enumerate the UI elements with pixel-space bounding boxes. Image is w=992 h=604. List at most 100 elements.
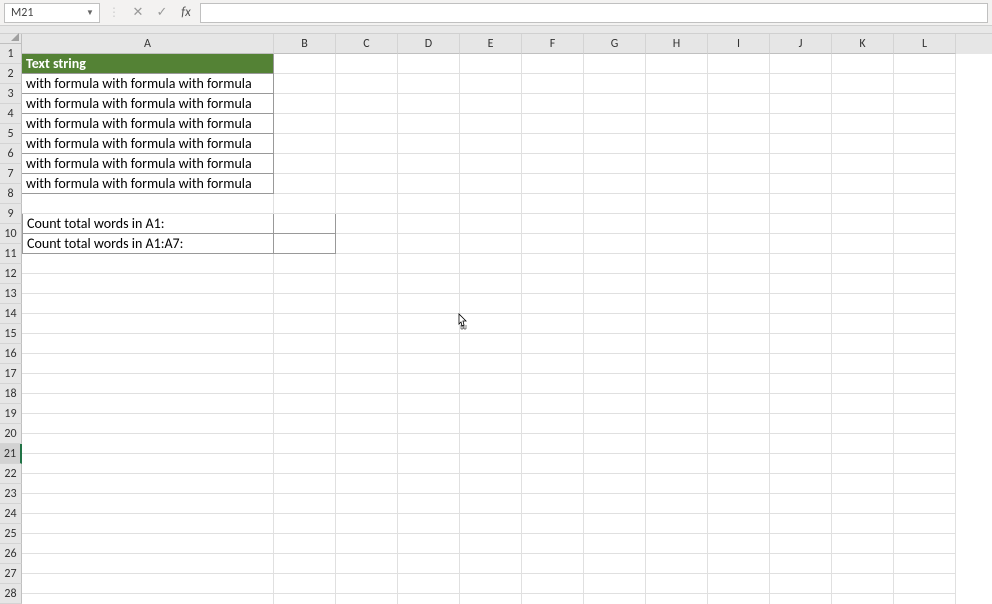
cell-B2[interactable] xyxy=(274,74,336,94)
cell-K16[interactable] xyxy=(832,354,894,374)
row-header-6[interactable]: 6 xyxy=(0,144,22,164)
cell-K19[interactable] xyxy=(832,414,894,434)
cell-H23[interactable] xyxy=(646,494,708,514)
row-header-13[interactable]: 13 xyxy=(0,284,22,304)
cell-A24[interactable] xyxy=(22,514,274,534)
cell-D6[interactable] xyxy=(398,154,460,174)
cell-I28[interactable] xyxy=(708,594,770,604)
cell-A8[interactable] xyxy=(22,194,274,214)
cell-G22[interactable] xyxy=(584,474,646,494)
cell-K27[interactable] xyxy=(832,574,894,594)
cell-H25[interactable] xyxy=(646,534,708,554)
cell-A17[interactable] xyxy=(22,374,274,394)
cell-F12[interactable] xyxy=(522,274,584,294)
cell-E16[interactable] xyxy=(460,354,522,374)
cell-C14[interactable] xyxy=(336,314,398,334)
cell-D1[interactable] xyxy=(398,54,460,74)
cell-I1[interactable] xyxy=(708,54,770,74)
cell-C23[interactable] xyxy=(336,494,398,514)
cell-I23[interactable] xyxy=(708,494,770,514)
cell-D12[interactable] xyxy=(398,274,460,294)
cell-J9[interactable] xyxy=(770,214,832,234)
cell-K26[interactable] xyxy=(832,554,894,574)
cell-I22[interactable] xyxy=(708,474,770,494)
cell-L19[interactable] xyxy=(894,414,956,434)
cell-G9[interactable] xyxy=(584,214,646,234)
cell-J18[interactable] xyxy=(770,394,832,414)
cell-L16[interactable] xyxy=(894,354,956,374)
cell-I13[interactable] xyxy=(708,294,770,314)
cell-F14[interactable] xyxy=(522,314,584,334)
row-header-9[interactable]: 9 xyxy=(0,204,22,224)
cell-D3[interactable] xyxy=(398,94,460,114)
cell-A1[interactable]: Text string xyxy=(22,54,274,74)
cell-I2[interactable] xyxy=(708,74,770,94)
cell-L6[interactable] xyxy=(894,154,956,174)
cell-A15[interactable] xyxy=(22,334,274,354)
cell-E3[interactable] xyxy=(460,94,522,114)
cell-D11[interactable] xyxy=(398,254,460,274)
cell-B7[interactable] xyxy=(274,174,336,194)
cell-K4[interactable] xyxy=(832,114,894,134)
cell-A7[interactable]: with formula with formula with formula xyxy=(22,174,274,194)
row-header-22[interactable]: 22 xyxy=(0,464,22,484)
cell-I26[interactable] xyxy=(708,554,770,574)
cell-J15[interactable] xyxy=(770,334,832,354)
cell-E19[interactable] xyxy=(460,414,522,434)
cell-G14[interactable] xyxy=(584,314,646,334)
cell-E15[interactable] xyxy=(460,334,522,354)
cell-H24[interactable] xyxy=(646,514,708,534)
cell-K1[interactable] xyxy=(832,54,894,74)
cell-L10[interactable] xyxy=(894,234,956,254)
cell-K15[interactable] xyxy=(832,334,894,354)
cell-G2[interactable] xyxy=(584,74,646,94)
cell-A3[interactable]: with formula with formula with formula xyxy=(22,94,274,114)
cell-A27[interactable] xyxy=(22,574,274,594)
cell-F23[interactable] xyxy=(522,494,584,514)
cell-H3[interactable] xyxy=(646,94,708,114)
cell-H26[interactable] xyxy=(646,554,708,574)
cell-I17[interactable] xyxy=(708,374,770,394)
cell-L23[interactable] xyxy=(894,494,956,514)
cell-J28[interactable] xyxy=(770,594,832,604)
cell-L1[interactable] xyxy=(894,54,956,74)
cell-K9[interactable] xyxy=(832,214,894,234)
row-header-5[interactable]: 5 xyxy=(0,124,22,144)
cancel-icon[interactable]: ✕ xyxy=(128,3,148,23)
cell-L5[interactable] xyxy=(894,134,956,154)
cell-C13[interactable] xyxy=(336,294,398,314)
cell-K5[interactable] xyxy=(832,134,894,154)
cell-E6[interactable] xyxy=(460,154,522,174)
cell-E24[interactable] xyxy=(460,514,522,534)
column-header-A[interactable]: A xyxy=(22,34,274,54)
row-header-12[interactable]: 12 xyxy=(0,264,22,284)
cell-F15[interactable] xyxy=(522,334,584,354)
cell-D20[interactable] xyxy=(398,434,460,454)
cell-E4[interactable] xyxy=(460,114,522,134)
cell-E8[interactable] xyxy=(460,194,522,214)
cell-L11[interactable] xyxy=(894,254,956,274)
row-header-16[interactable]: 16 xyxy=(0,344,22,364)
cell-D22[interactable] xyxy=(398,474,460,494)
cell-I18[interactable] xyxy=(708,394,770,414)
cell-B24[interactable] xyxy=(274,514,336,534)
cell-B20[interactable] xyxy=(274,434,336,454)
cell-B27[interactable] xyxy=(274,574,336,594)
cell-E17[interactable] xyxy=(460,374,522,394)
cell-L21[interactable] xyxy=(894,454,956,474)
cell-A26[interactable] xyxy=(22,554,274,574)
cell-L20[interactable] xyxy=(894,434,956,454)
cell-A22[interactable] xyxy=(22,474,274,494)
cell-C12[interactable] xyxy=(336,274,398,294)
cell-C16[interactable] xyxy=(336,354,398,374)
cell-J19[interactable] xyxy=(770,414,832,434)
row-header-15[interactable]: 15 xyxy=(0,324,22,344)
cell-B4[interactable] xyxy=(274,114,336,134)
confirm-icon[interactable]: ✓ xyxy=(152,3,172,23)
cell-H19[interactable] xyxy=(646,414,708,434)
cell-F21[interactable] xyxy=(522,454,584,474)
cell-I15[interactable] xyxy=(708,334,770,354)
row-header-27[interactable]: 27 xyxy=(0,564,22,584)
cell-C2[interactable] xyxy=(336,74,398,94)
cell-L24[interactable] xyxy=(894,514,956,534)
